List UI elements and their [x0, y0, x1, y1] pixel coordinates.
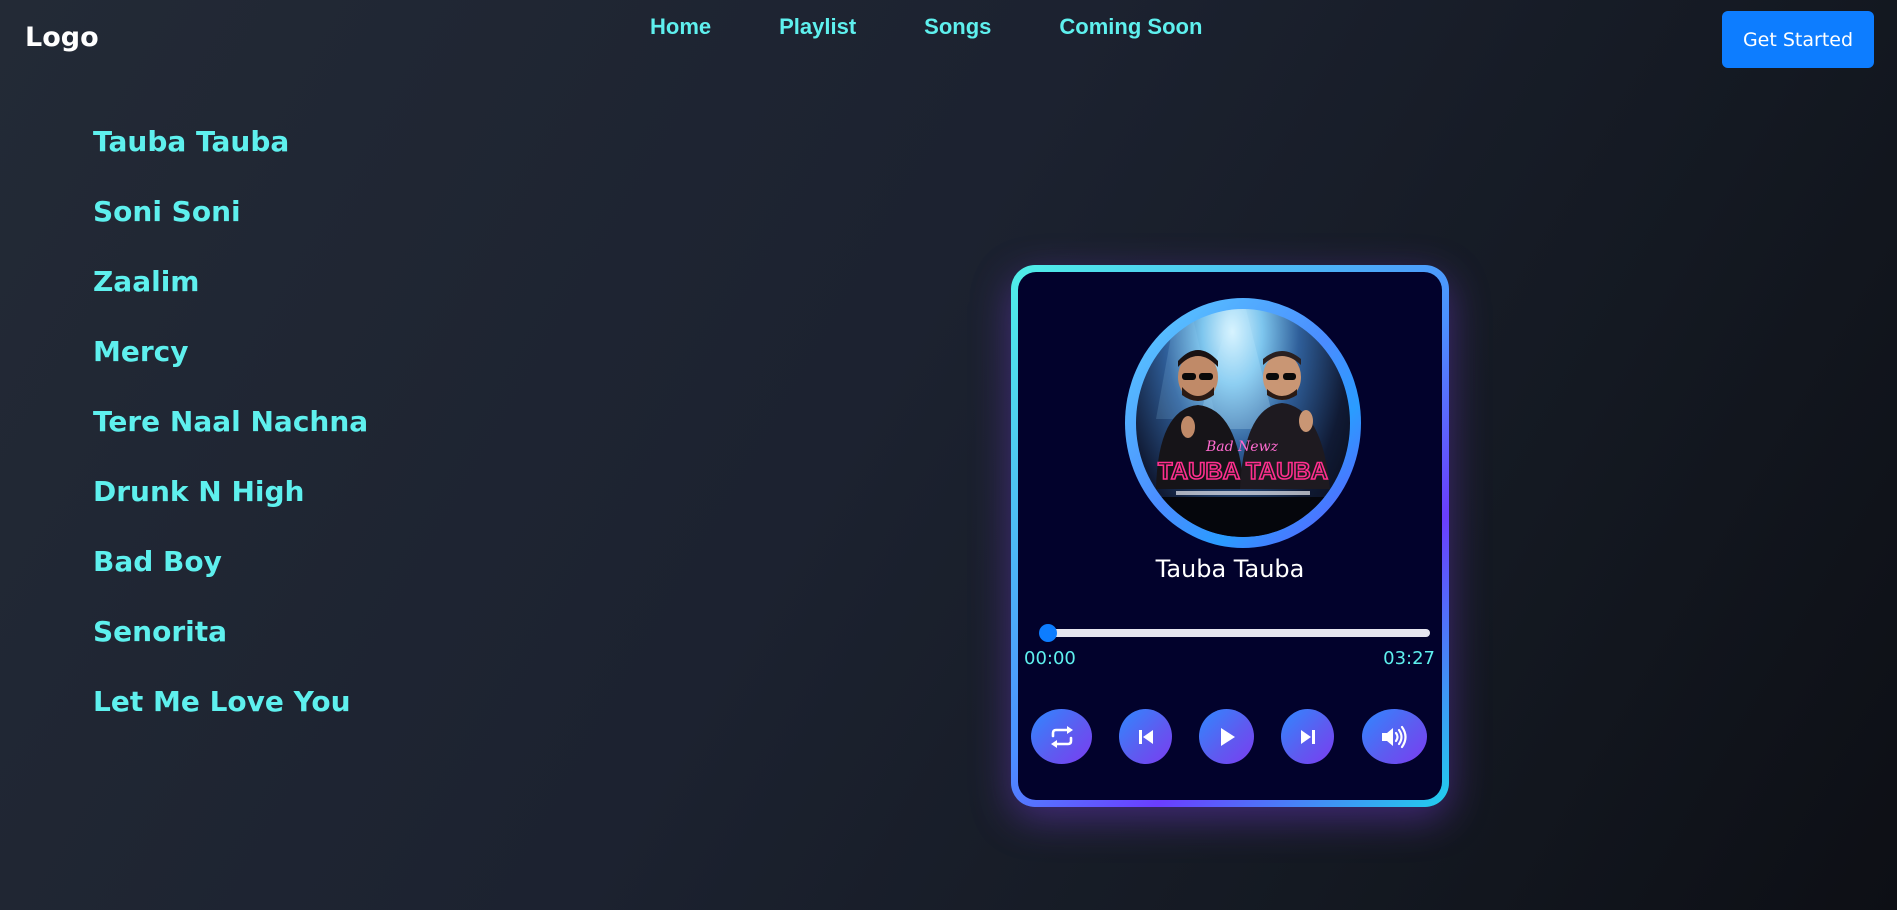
player-controls [1018, 709, 1442, 765]
repeat-icon [1050, 725, 1073, 748]
navbar: Logo Home Playlist Songs Coming Soon Get… [0, 0, 1897, 80]
album-art-ring: Bad Newz TAUBA TAUBA [1125, 298, 1361, 548]
volume-icon [1381, 725, 1407, 748]
nav-link-songs[interactable]: Songs [924, 14, 991, 40]
progress-thumb[interactable] [1039, 624, 1057, 642]
song-item-drunk-n-high[interactable]: Drunk N High [93, 472, 368, 542]
song-item-soni-soni[interactable]: Soni Soni [93, 192, 368, 262]
skip-next-icon [1300, 729, 1315, 744]
song-item-senorita[interactable]: Senorita [93, 612, 368, 682]
nav-link-home[interactable]: Home [650, 14, 711, 40]
current-time: 00:00 [1024, 648, 1076, 669]
song-item-zaalim[interactable]: Zaalim [93, 262, 368, 332]
track-title: Tauba Tauba [1155, 555, 1305, 583]
get-started-button[interactable]: Get Started [1722, 11, 1874, 68]
volume-button[interactable] [1362, 709, 1427, 764]
song-item-let-me-love-you[interactable]: Let Me Love You [93, 682, 368, 752]
album-art-title: TAUBA TAUBA [1158, 458, 1328, 485]
progress-bar[interactable] [1039, 624, 1430, 642]
album-art-image: Bad Newz TAUBA TAUBA [1136, 309, 1350, 537]
song-item-bad-boy[interactable]: Bad Boy [93, 542, 368, 612]
skip-previous-icon [1138, 729, 1153, 744]
song-item-tauba-tauba[interactable]: Tauba Tauba [93, 122, 368, 192]
album-art: Bad Newz TAUBA TAUBA [1136, 309, 1350, 537]
nav-link-playlist[interactable]: Playlist [779, 14, 856, 40]
play-button[interactable] [1199, 709, 1254, 764]
previous-button[interactable] [1119, 709, 1172, 764]
total-time: 03:27 [1383, 648, 1435, 669]
song-item-mercy[interactable]: Mercy [93, 332, 368, 402]
music-player: Bad Newz TAUBA TAUBA Tauba Tauba 00:00 0… [1018, 272, 1442, 800]
music-player-card: Bad Newz TAUBA TAUBA Tauba Tauba 00:00 0… [1011, 265, 1449, 807]
song-item-tere-naal-nachna[interactable]: Tere Naal Nachna [93, 402, 368, 472]
play-icon [1220, 727, 1235, 746]
logo[interactable]: Logo [25, 22, 99, 53]
repeat-button[interactable] [1031, 709, 1092, 764]
next-button[interactable] [1281, 709, 1334, 764]
song-list: Tauba Tauba Soni Soni Zaalim Mercy Tere … [93, 122, 368, 752]
album-art-script: Bad Newz [1205, 439, 1279, 455]
nav-links: Home Playlist Songs Coming Soon [650, 14, 1270, 40]
nav-link-coming-soon[interactable]: Coming Soon [1059, 14, 1202, 40]
